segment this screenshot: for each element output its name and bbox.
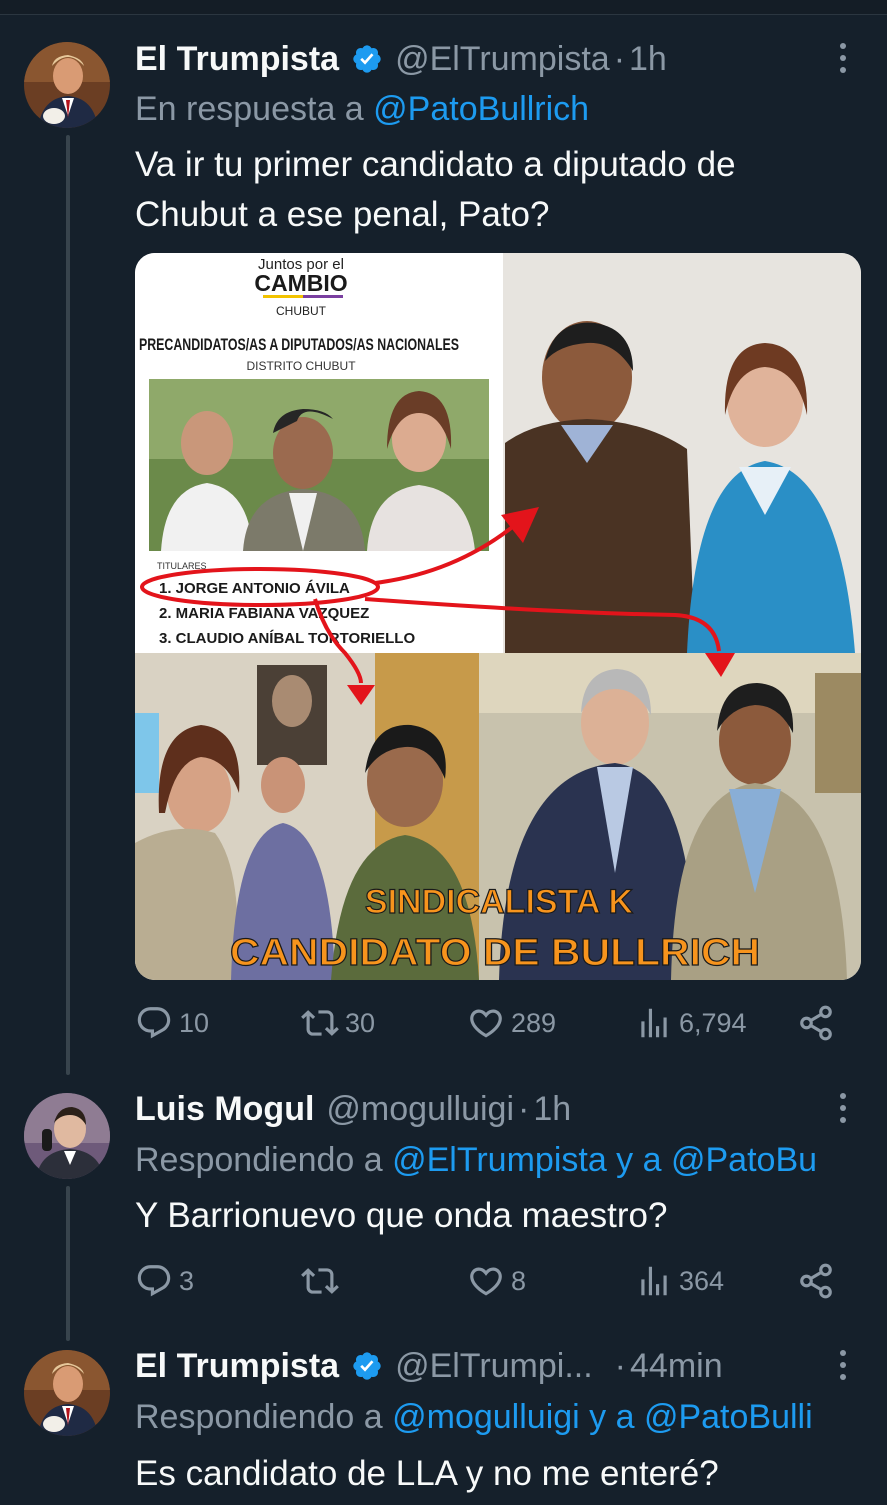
tweet-text: Es candidato de LLA y no me enteré? (135, 1454, 719, 1493)
avatar[interactable] (24, 42, 110, 128)
like-icon (470, 1267, 502, 1296)
reply-mention-link[interactable]: @ElTrumpista y a @PatoBu (392, 1141, 817, 1179)
reply-prefix: Respondiendo a (135, 1398, 383, 1436)
like-button[interactable]: 289 (467, 1000, 556, 1046)
avatar[interactable] (24, 1093, 110, 1179)
candidate-item: 3. CLAUDIO ANÍBAL TORTORIELLO (159, 630, 415, 647)
reply-context: Respondiendo a @ElTrumpista y a @PatoBu (135, 1138, 817, 1182)
reply-button[interactable]: 3 (135, 1258, 194, 1304)
poster-logo-main: CAMBIO (254, 270, 347, 296)
tweet-header: El Trumpista @ElTrumpi... · 44min (135, 1344, 723, 1388)
share-button[interactable] (797, 1258, 835, 1304)
timestamp[interactable]: 44min (630, 1347, 723, 1386)
reply-count: 3 (179, 1265, 195, 1296)
reply-button[interactable]: 10 (135, 1000, 209, 1046)
display-name[interactable]: Luis Mogul (135, 1090, 314, 1129)
timestamp[interactable]: 1h (533, 1090, 571, 1129)
separator: · (613, 39, 626, 78)
retweet-button[interactable] (301, 1258, 345, 1304)
banner-line-2: CANDIDATO DE BULLRICH (230, 932, 760, 974)
reply-prefix: En respuesta a (135, 90, 364, 128)
views-button[interactable]: 364 (635, 1258, 724, 1304)
views-count: 364 (679, 1265, 725, 1296)
more-icon[interactable] (828, 1345, 858, 1385)
tweet-text: Y Barrionuevo que onda maestro? (135, 1196, 668, 1235)
poster-logo-sub: CHUBUT (276, 304, 327, 318)
tweet-text: Va ir tu primer candidato a diputado de … (135, 145, 736, 234)
reply-count: 10 (179, 1007, 210, 1038)
reply-context: Respondiendo a @mogulluigi y a @PatoBull… (135, 1395, 813, 1439)
handle[interactable]: @mogulluigi (326, 1090, 514, 1129)
like-count: 8 (511, 1265, 527, 1296)
tweet-header: Luis Mogul @mogulluigi · 1h (135, 1087, 571, 1131)
retweet-count: 30 (345, 1007, 376, 1038)
views-icon (641, 1008, 667, 1038)
reply-context: En respuesta a @PatoBullrich (135, 87, 589, 131)
poster-list-title: TITULARES (157, 561, 207, 571)
top-border (0, 0, 887, 15)
like-button[interactable]: 8 (467, 1258, 526, 1304)
separator: · (518, 1089, 530, 1128)
reply-prefix: Respondiendo a (135, 1141, 383, 1179)
tweet-image[interactable]: Juntos por el CAMBIO CHUBUT PRECANDIDATO… (135, 253, 861, 980)
views-count: 6,794 (679, 1007, 747, 1038)
views-button[interactable]: 6,794 (635, 1000, 747, 1046)
display-name[interactable]: El Trumpista (135, 40, 339, 79)
reply-mention-link[interactable]: @mogulluigi y a @PatoBulli (392, 1398, 813, 1436)
tweet-actions: 10 30 289 6,794 (135, 1000, 835, 1046)
display-name[interactable]: El Trumpista (135, 1347, 339, 1386)
more-icon[interactable] (828, 38, 858, 78)
banner-line-1: SINDICALISTA K (365, 883, 634, 921)
views-icon (641, 1266, 667, 1296)
candidate-item: 2. MARIA FABIANA VAZQUEZ (159, 605, 369, 622)
like-icon (470, 1009, 502, 1038)
verified-badge-icon (351, 1350, 383, 1382)
separator: · (614, 1346, 626, 1385)
thread-line (66, 135, 70, 1075)
retweet-icon (301, 1268, 339, 1294)
poster-district: DISTRITO CHUBUT (246, 359, 356, 373)
candidate-item: 1. JORGE ANTONIO ÁVILA (159, 580, 350, 597)
reply-icon (137, 1265, 171, 1297)
tweet-header: El Trumpista @ElTrumpista · 1h (135, 37, 667, 81)
like-count: 289 (511, 1007, 557, 1038)
share-icon (800, 1005, 832, 1041)
share-icon (800, 1263, 832, 1299)
retweet-icon (301, 1010, 339, 1036)
tweet-actions: 3 8 364 (135, 1258, 835, 1304)
handle[interactable]: @ElTrumpi... (395, 1347, 593, 1386)
more-icon[interactable] (828, 1088, 858, 1128)
timestamp[interactable]: 1h (629, 40, 667, 79)
retweet-button[interactable]: 30 (301, 1000, 375, 1046)
handle[interactable]: @ElTrumpista (395, 40, 610, 79)
avatar[interactable] (24, 1350, 110, 1436)
reply-icon (137, 1007, 171, 1039)
verified-badge-icon (351, 43, 383, 75)
reply-mention-link[interactable]: @PatoBullrich (373, 90, 589, 128)
thread-line (66, 1186, 70, 1341)
share-button[interactable] (797, 1000, 835, 1046)
poster-heading: PRECANDIDATOS/AS A DIPUTADOS/AS NACIONAL… (139, 335, 459, 354)
